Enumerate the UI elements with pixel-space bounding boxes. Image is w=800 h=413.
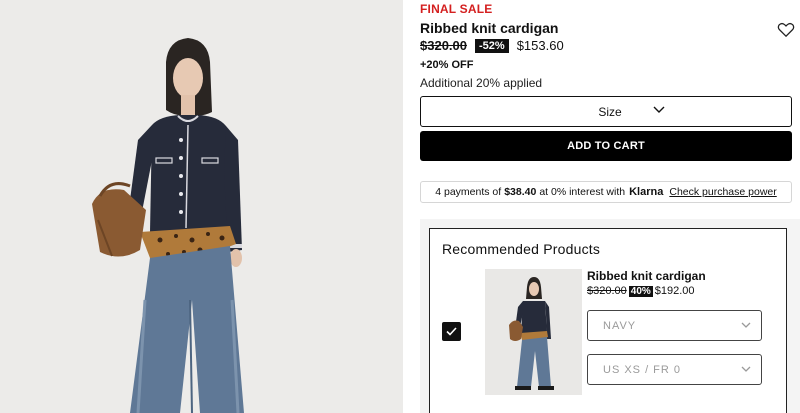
- klarna-logo: Klarna: [629, 186, 664, 198]
- recommended-product-name[interactable]: Ribbed knit cardigan: [587, 269, 706, 283]
- price-row: $320.00 -52% $153.60: [420, 38, 564, 53]
- add-to-cart-button[interactable]: ADD TO CART: [420, 131, 792, 161]
- klarna-amount: $38.40: [504, 186, 537, 198]
- recommended-product-image[interactable]: [485, 269, 582, 395]
- product-title: Ribbed knit cardigan: [420, 20, 559, 36]
- klarna-middle: at 0% interest with: [539, 186, 626, 198]
- model-illustration: [92, 38, 244, 413]
- size-select-label: Size: [598, 104, 622, 119]
- recommended-heading: Recommended Products: [442, 241, 601, 257]
- model-thumbnail: [509, 277, 554, 390]
- recommended-size-select[interactable]: US XS / FR 0: [587, 354, 762, 385]
- product-details-panel: FINAL SALE Ribbed knit cardigan $320.00 …: [403, 0, 800, 413]
- recommended-discount-badge: 40%: [628, 285, 653, 297]
- klarna-banner: 4 payments of $38.40 at 0% interest with…: [420, 181, 792, 203]
- checkmark-icon: [446, 327, 457, 336]
- chevron-down-icon: [741, 322, 751, 328]
- promo-label: +20% OFF: [420, 59, 474, 71]
- final-sale-label: FINAL SALE: [420, 2, 493, 16]
- original-price: $320.00: [420, 38, 467, 53]
- recommended-card: Recommended Products Ribbed knit cardiga…: [429, 228, 787, 413]
- recommended-checkbox[interactable]: [442, 322, 461, 341]
- recommended-section: Recommended Products Ribbed knit cardiga…: [420, 219, 800, 413]
- heart-icon[interactable]: [777, 22, 795, 38]
- klarna-prefix: 4 payments of: [435, 186, 502, 198]
- chevron-down-icon: [653, 106, 665, 113]
- sale-price: $153.60: [516, 38, 564, 53]
- size-select[interactable]: Size: [420, 96, 792, 127]
- recommended-price-row: $320.00 40% $192.00: [587, 285, 695, 297]
- discount-badge: -52%: [475, 38, 509, 53]
- size-select-value: US XS / FR 0: [603, 363, 682, 376]
- recommended-original-price: $320.00: [587, 285, 627, 297]
- product-main-image[interactable]: [0, 0, 403, 413]
- promo-note: Additional 20% applied: [420, 76, 543, 90]
- color-select[interactable]: NAVY: [587, 310, 762, 341]
- chevron-down-icon: [741, 366, 751, 372]
- klarna-check-link[interactable]: Check purchase power: [669, 186, 776, 198]
- color-select-value: NAVY: [603, 319, 637, 332]
- recommended-sale-price: $192.00: [654, 285, 695, 297]
